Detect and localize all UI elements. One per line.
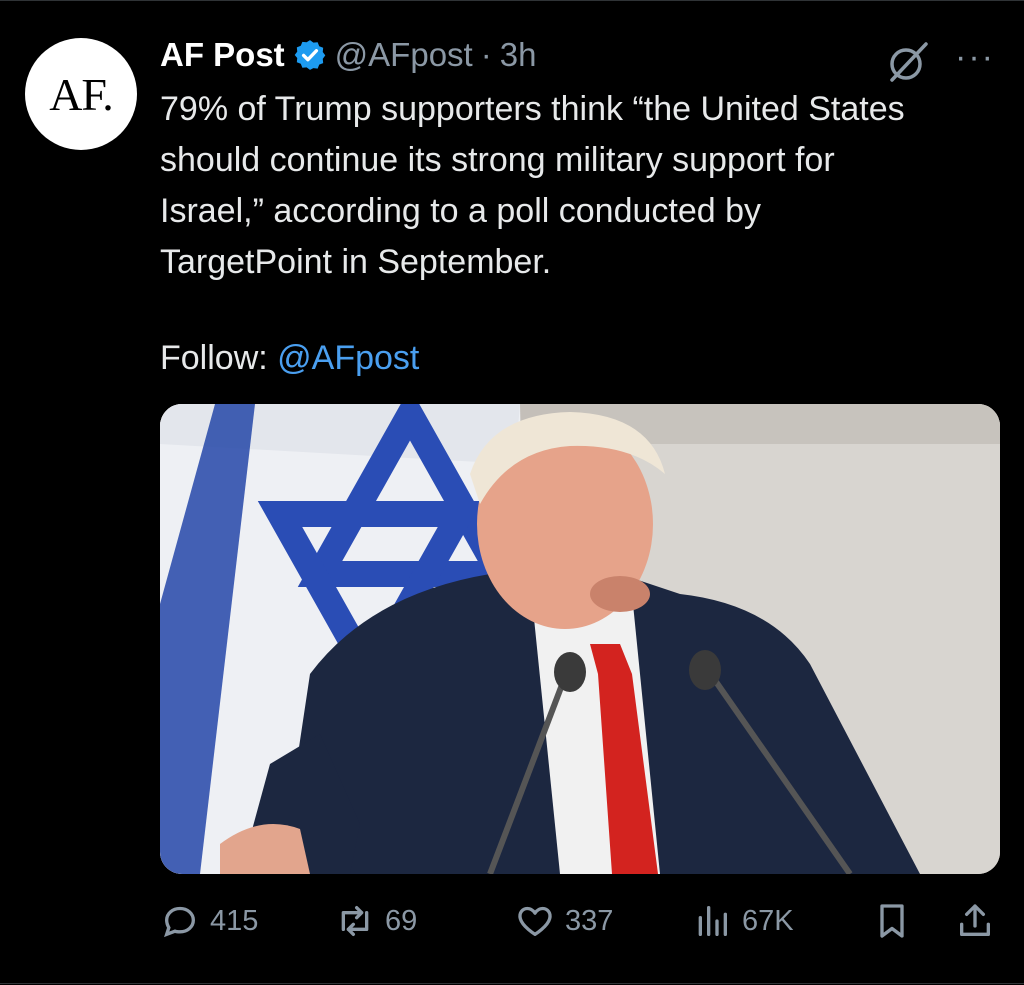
- repost-button[interactable]: 69: [335, 895, 417, 947]
- reply-button[interactable]: 415: [160, 895, 258, 947]
- tweet-text: 79% of Trump supporters think “the Unite…: [160, 90, 905, 281]
- like-button[interactable]: 337: [515, 895, 613, 947]
- verified-badge-icon: [294, 40, 325, 70]
- views-count: 67K: [742, 904, 794, 937]
- photo-illustration: [160, 404, 1000, 874]
- more-icon[interactable]: ···: [955, 40, 999, 74]
- grok-icon[interactable]: [884, 38, 932, 86]
- separator-dot: ·: [480, 36, 492, 73]
- tweet-image[interactable]: [160, 404, 1000, 874]
- reply-count: 415: [210, 904, 259, 937]
- views-button[interactable]: 67K: [692, 895, 794, 947]
- bottom-divider: [0, 983, 1024, 984]
- avatar-text: AF.: [49, 68, 114, 120]
- repost-count: 69: [385, 904, 418, 937]
- action-bar: 415 69 337 67K: [160, 895, 1000, 947]
- tweet-header: AF Post @AFpost · 3h: [160, 30, 536, 80]
- timestamp[interactable]: 3h: [500, 36, 537, 74]
- bookmark-icon[interactable]: [872, 895, 912, 947]
- reply-icon: [164, 906, 196, 938]
- like-count: 337: [565, 904, 614, 937]
- share-icon[interactable]: [955, 895, 995, 947]
- views-icon: [698, 906, 727, 936]
- repost-icon: [341, 906, 369, 936]
- follow-line: Follow: @AFpost: [160, 333, 419, 384]
- follow-label: Follow:: [160, 339, 268, 377]
- follow-mention-link[interactable]: @AFpost: [277, 339, 419, 377]
- heart-icon: [518, 906, 552, 936]
- avatar[interactable]: AF.: [25, 38, 137, 150]
- display-name[interactable]: AF Post: [160, 36, 285, 74]
- top-divider: [0, 0, 1024, 1]
- handle[interactable]: @AFpost: [335, 36, 473, 74]
